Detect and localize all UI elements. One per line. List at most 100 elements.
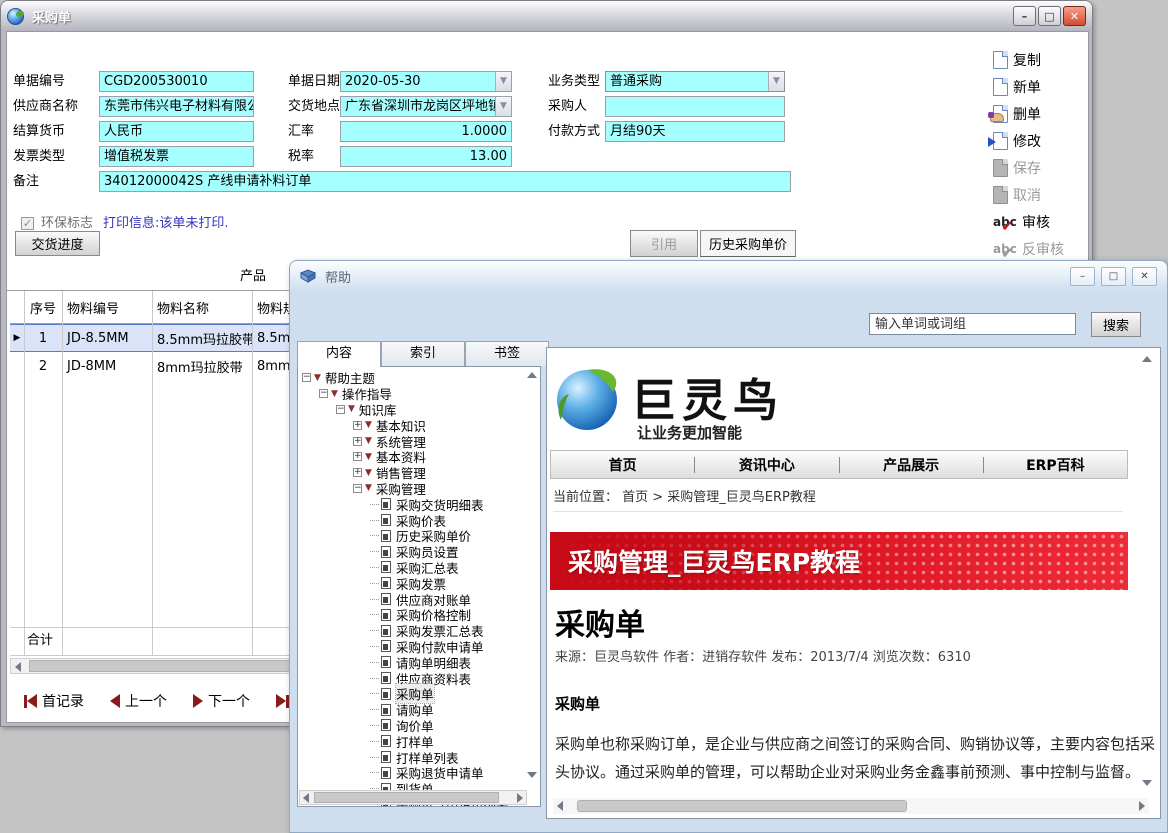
tree-item[interactable]: −▼帮助主题 [300,370,526,386]
help-close-button[interactable]: ✕ [1132,267,1157,286]
tree-scroll-right-icon[interactable] [517,793,523,803]
exchange-rate-field[interactable]: 1.0000 [340,121,512,142]
action-delete-button[interactable]: 删单 [993,100,1088,127]
article-paragraph-line2: 头协议。通过采购单的管理，可以帮助企业对采购业务金鑫事前预测、事中控制与监督。 [555,761,1140,782]
content-scroll-down-icon[interactable] [1142,780,1152,786]
tree-scroll-left-icon[interactable] [303,793,309,803]
collapse-icon[interactable]: − [336,405,345,414]
tree-h-scroll-thumb[interactable] [314,792,499,803]
copy-icon [993,51,1008,69]
tree-h-scrollbar[interactable] [299,790,527,805]
recnav-prev-button[interactable]: 上一个 [110,691,167,711]
product-tab[interactable]: 产品 [240,266,266,287]
remark-field[interactable]: 34012000042S 产线申请补料订单 [99,171,791,192]
expand-icon[interactable]: + [353,468,362,477]
search-input[interactable]: 输入单词或词组 [869,313,1076,335]
content-h-scrollbar[interactable] [553,798,1149,814]
action-copy-button[interactable]: 复制 [993,46,1088,73]
page-icon [381,514,391,526]
tab-contents[interactable]: 内容 [297,341,381,367]
help-maximize-button[interactable]: □ [1101,267,1126,286]
collapse-icon[interactable]: − [353,484,362,493]
page-icon [381,767,391,779]
help-titlebar[interactable]: 帮助 – □ ✕ [290,261,1167,291]
action-new-button[interactable]: 新单 [993,73,1088,100]
content-scroll-up-icon[interactable] [1142,356,1152,362]
doc-date-field[interactable]: 2020-05-30 ▼ [340,71,512,92]
page-icon [381,751,391,763]
action-audit-button[interactable]: abc✔审核 [993,208,1088,235]
page-icon [381,735,391,747]
expand-icon[interactable]: + [353,452,362,461]
help-minimize-button[interactable]: – [1070,267,1095,286]
collapse-icon[interactable]: − [302,373,311,382]
eco-checkbox[interactable]: ✓ [21,216,34,231]
tree-scroll-up-icon[interactable] [527,372,537,378]
delivery-place-field[interactable]: 广东省深圳市龙岗区坪地镇六 ▼ [340,96,512,117]
recnav-label: 首记录 [42,691,84,711]
article-paragraph-line1: 采购单也称采购订单，是企业与供应商之间签订的采购合同、购销协议等，主要内容包括采 [555,733,1155,754]
scroll-left-icon[interactable] [15,662,21,672]
tree-guide [370,772,379,773]
site-nav-0[interactable]: 首页 [551,455,694,475]
site-nav-2[interactable]: 产品展示 [840,455,983,475]
currency-field[interactable]: 人民币 [99,121,254,142]
help-tree: −▼帮助主题−▼操作指导−▼知识库+▼基本知识+▼系统管理+▼基本资料+▼销售管… [300,370,526,807]
article-title: 采购单 [555,600,645,644]
action-modify-button[interactable]: 修改 [993,127,1088,154]
history-price-button[interactable]: 历史采购单价 [700,230,796,257]
expand-icon[interactable]: + [353,421,362,430]
recnav-first-button[interactable]: 首记录 [24,691,84,711]
maximize-button[interactable]: □ [1038,6,1061,26]
payment-field[interactable]: 月结90天 [605,121,785,142]
biz-type-field[interactable]: 普通采购 ▼ [605,71,785,92]
page-icon [381,688,391,700]
recnav-last-icon [276,694,289,708]
delivery-place-dropdown-arrow-icon[interactable]: ▼ [495,97,511,116]
action-label: 复制 [1013,50,1041,70]
help-book-icon [300,269,317,283]
tab-index[interactable]: 索引 [381,341,465,366]
recnav-label: 上一个 [125,691,167,711]
tree-scroll-down-icon[interactable] [527,772,537,778]
page-icon [381,625,391,637]
collapse-icon[interactable]: − [319,389,328,398]
supplier-field[interactable]: 东莞市伟兴电子材料有限公司 [99,96,254,117]
content-scroll-right-icon[interactable] [1139,801,1145,811]
delivery-progress-button[interactable]: 交货进度 [15,231,100,256]
content-scroll-left-icon[interactable] [557,801,563,811]
doc-date-value: 2020-05-30 [345,74,421,89]
tree-guide [370,709,379,710]
close-button[interactable]: ✕ [1063,6,1086,26]
expand-icon[interactable]: + [353,437,362,446]
delete-icon [993,105,1008,123]
tab-bookmarks[interactable]: 书签 [465,341,549,366]
row-indicator-icon: ▶ [10,333,24,343]
recnav-last-button[interactable] [276,694,289,708]
grid-header-1: 物料编号 [62,297,152,323]
invoice-type-field[interactable]: 增值税发票 [99,146,254,167]
content-h-scroll-thumb[interactable] [577,800,907,812]
minimize-button[interactable]: – [1013,6,1036,26]
tree-item[interactable]: −▼操作指导 [300,386,526,402]
new-icon [993,78,1008,96]
search-button[interactable]: 搜索 [1091,312,1141,337]
site-nav-3[interactable]: ERP百科 [984,455,1127,475]
triangle-icon: ▼ [348,404,355,414]
buyer-field[interactable] [605,96,785,117]
doc-no-field[interactable]: CGD200530010 [99,71,254,92]
recnav-prev-icon [110,694,120,708]
tree-guide [370,757,379,758]
tax-rate-field[interactable]: 13.00 [340,146,512,167]
triangle-icon: ▼ [365,452,372,462]
cell-0: 1 [24,331,62,346]
main-titlebar[interactable]: 采购单 – □ ✕ [1,1,1092,31]
quote-button[interactable]: 引用 [630,230,698,257]
check-icon: ✔ [1001,217,1014,235]
biz-type-dropdown-arrow-icon[interactable]: ▼ [768,72,784,91]
record-nav: 首记录 上一个 下一个 [10,688,289,714]
doc-date-dropdown-arrow-icon[interactable]: ▼ [495,72,511,91]
site-nav-1[interactable]: 资讯中心 [695,455,838,475]
recnav-next-button[interactable]: 下一个 [193,691,250,711]
triangle-icon: ▼ [365,420,372,430]
